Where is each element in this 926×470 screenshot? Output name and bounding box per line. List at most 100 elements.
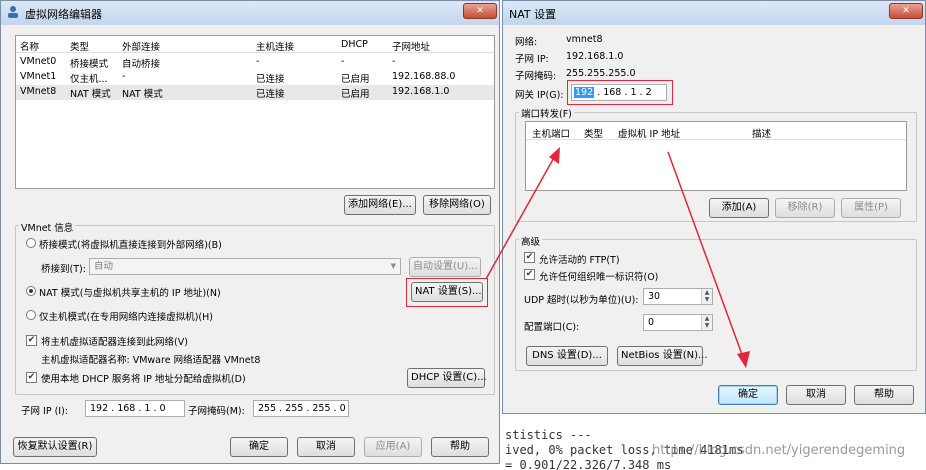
table-cell: 192.168.88.0 xyxy=(392,71,456,82)
watermark: https://blog.csdn.net/yigerendegeming xyxy=(652,443,906,458)
table-cell: - xyxy=(256,56,260,67)
title-bar: NAT 设置 ✕ xyxy=(503,1,925,25)
column-header[interactable]: DHCP xyxy=(341,39,368,50)
port-table-header: 主机端口 类型 虚拟机 IP 地址 描述 xyxy=(526,122,906,140)
subnet-ip-label: 子网 IP (I): xyxy=(21,406,68,417)
remove-network-button[interactable]: 移除网络(O) xyxy=(423,195,491,215)
column-header[interactable]: 主机连接 xyxy=(256,39,294,53)
table-cell: NAT 模式 xyxy=(70,89,111,100)
allow-any-oui-checkbox[interactable]: ✔ xyxy=(524,269,535,280)
table-cell: - xyxy=(341,56,345,67)
column-header[interactable]: 虚拟机 IP 地址 xyxy=(618,126,680,140)
nat-subnet-ip-label: 子网 IP: xyxy=(515,54,549,65)
allow-ftp-label[interactable]: 允许活动的 FTP(T) xyxy=(539,252,620,266)
column-header[interactable]: 类型 xyxy=(70,39,89,53)
subnet-mask-input[interactable]: 255 . 255 . 255 . 0 xyxy=(253,400,349,417)
allow-ftp-checkbox[interactable]: ✔ xyxy=(524,252,535,263)
nat-subnet-mask-value: 255.255.255.0 xyxy=(566,68,636,79)
config-port-value: 0 xyxy=(648,317,655,328)
nat-mode-radio[interactable] xyxy=(26,286,36,296)
ok-button[interactable]: 确定 xyxy=(230,437,288,457)
nat-mode-label[interactable]: NAT 模式(与虚拟机共享主机的 IP 地址)(N) xyxy=(39,285,221,299)
column-header[interactable]: 名称 xyxy=(20,39,39,53)
host-only-label[interactable]: 仅主机模式(在专用网络内连接虚拟机)(H) xyxy=(39,309,213,323)
table-cell: 自动桥接 xyxy=(122,59,161,70)
title-bar: 虚拟网络编辑器 ✕ xyxy=(1,1,499,25)
bridged-to-label: 桥接到(T): xyxy=(41,264,86,275)
table-cell: VMnet1 xyxy=(20,71,57,82)
bridge-mode-radio[interactable] xyxy=(26,238,36,248)
host-only-radio[interactable] xyxy=(26,310,36,320)
port-forwarding-table[interactable]: 主机端口 类型 虚拟机 IP 地址 描述 xyxy=(525,121,907,191)
nat-subnet-mask-label: 子网掩码: xyxy=(515,71,557,82)
subnet-ip-input[interactable]: 192 . 168 . 1 . 0 xyxy=(85,400,185,417)
column-header[interactable]: 子网地址 xyxy=(392,39,430,53)
config-port-stepper[interactable]: ▲ ▼ xyxy=(701,315,712,330)
restore-defaults-button[interactable]: 恢复默认设置(R) xyxy=(13,437,97,457)
cancel-button[interactable]: 取消 xyxy=(297,437,355,457)
dns-settings-button[interactable]: DNS 设置(D)... xyxy=(526,346,608,366)
chevron-down-icon: ▼ xyxy=(390,262,396,270)
network-table-header: 名称 类型 外部连接 主机连接 DHCP 子网地址 xyxy=(16,36,494,53)
column-header[interactable]: 类型 xyxy=(584,126,603,140)
nat-settings-window: NAT 设置 ✕ 网络: vmnet8 子网 IP: 192.168.1.0 子… xyxy=(502,0,926,414)
bridge-mode-label[interactable]: 桥接模式(将虚拟机直接连接到外部网络)(B) xyxy=(39,237,222,251)
table-row-selected[interactable]: VMnet8 NAT 模式 NAT 模式 已连接 已启用 192.168.1.0 xyxy=(16,85,494,100)
adapter-name-text: 主机虚拟适配器名称: VMware 网络适配器 VMnet8 xyxy=(41,355,261,366)
bridged-to-value: 自动 xyxy=(94,261,114,272)
config-port-label: 配置端口(C): xyxy=(524,322,580,333)
remove-port-button[interactable]: 移除(R) xyxy=(775,198,835,218)
nat-ok-button[interactable]: 确定 xyxy=(718,385,778,405)
subnet-mask-label: 子网掩码(M): xyxy=(188,406,245,417)
window-title: 虚拟网络编辑器 xyxy=(25,8,102,21)
udp-timeout-value: 30 xyxy=(648,291,661,302)
use-dhcp-checkbox[interactable]: ✔ xyxy=(26,372,37,383)
column-header[interactable]: 外部连接 xyxy=(122,39,160,53)
table-cell: 仅主机... xyxy=(70,74,108,85)
network-label: 网络: xyxy=(515,37,538,48)
nat-settings-highlight xyxy=(406,278,488,307)
port-forwarding-label: 端口转发(F) xyxy=(519,106,574,120)
apply-button[interactable]: 应用(A) xyxy=(364,437,422,457)
close-icon[interactable]: ✕ xyxy=(889,3,923,19)
table-cell: VMnet0 xyxy=(20,56,57,67)
table-cell: VMnet8 xyxy=(20,86,57,97)
gateway-ip-label: 网关 IP(G): xyxy=(515,90,564,101)
add-port-button[interactable]: 添加(A) xyxy=(709,198,769,218)
add-network-button[interactable]: 添加网络(E)... xyxy=(344,195,416,215)
connect-adapter-label[interactable]: 将主机虚拟适配器连接到此网络(V) xyxy=(41,334,188,348)
udp-timeout-label: UDP 超时(以秒为单位)(U): xyxy=(524,295,639,306)
help-button[interactable]: 帮助 xyxy=(431,437,489,457)
table-row[interactable]: VMnet1 仅主机... - 已连接 已启用 192.168.88.0 xyxy=(16,70,494,85)
udp-timeout-input[interactable]: 30 ▲ ▼ xyxy=(643,288,713,305)
connect-adapter-checkbox[interactable]: ✔ xyxy=(26,335,37,346)
allow-any-oui-label[interactable]: 允许任何组织唯一标识符(O) xyxy=(539,269,658,283)
auto-settings-button[interactable]: 自动设置(U)... xyxy=(409,257,481,277)
use-dhcp-label[interactable]: 使用本地 DHCP 服务将 IP 地址分配给虚拟机(D) xyxy=(41,371,246,385)
dhcp-settings-button[interactable]: DHCP 设置(C)... xyxy=(407,368,487,388)
nat-help-button[interactable]: 帮助 xyxy=(854,385,914,405)
table-row[interactable]: VMnet0 桥接模式 自动桥接 - - - xyxy=(16,55,494,70)
table-cell: - xyxy=(122,71,126,82)
column-header[interactable]: 描述 xyxy=(752,126,771,140)
table-cell: 已连接 xyxy=(256,89,285,100)
close-icon[interactable]: ✕ xyxy=(463,3,497,19)
network-value: vmnet8 xyxy=(566,34,603,45)
table-cell: 桥接模式 xyxy=(70,59,109,70)
config-port-input[interactable]: 0 ▲ ▼ xyxy=(643,314,713,331)
table-cell: 已启用 xyxy=(341,89,370,100)
virtual-network-editor-window: 虚拟网络编辑器 ✕ 名称 类型 外部连接 主机连接 DHCP 子网地址 VMne… xyxy=(0,0,500,464)
properties-button[interactable]: 属性(P) xyxy=(841,198,901,218)
terminal-line: stistics --- xyxy=(505,428,592,442)
terminal-line: = 0.901/22.326/7.348 ms xyxy=(505,458,672,470)
table-cell: - xyxy=(392,56,396,67)
nat-cancel-button[interactable]: 取消 xyxy=(786,385,846,405)
advanced-label: 高级 xyxy=(519,234,543,248)
bridged-to-select[interactable]: 自动 ▼ xyxy=(89,258,401,275)
netbios-settings-button[interactable]: NetBios 设置(N)... xyxy=(617,346,708,366)
table-cell: 已启用 xyxy=(341,74,370,85)
column-header[interactable]: 主机端口 xyxy=(532,126,570,140)
network-table[interactable]: 名称 类型 外部连接 主机连接 DHCP 子网地址 VMnet0 桥接模式 自动… xyxy=(15,35,495,189)
table-cell: 192.168.1.0 xyxy=(392,86,450,97)
udp-timeout-stepper[interactable]: ▲ ▼ xyxy=(701,289,712,304)
